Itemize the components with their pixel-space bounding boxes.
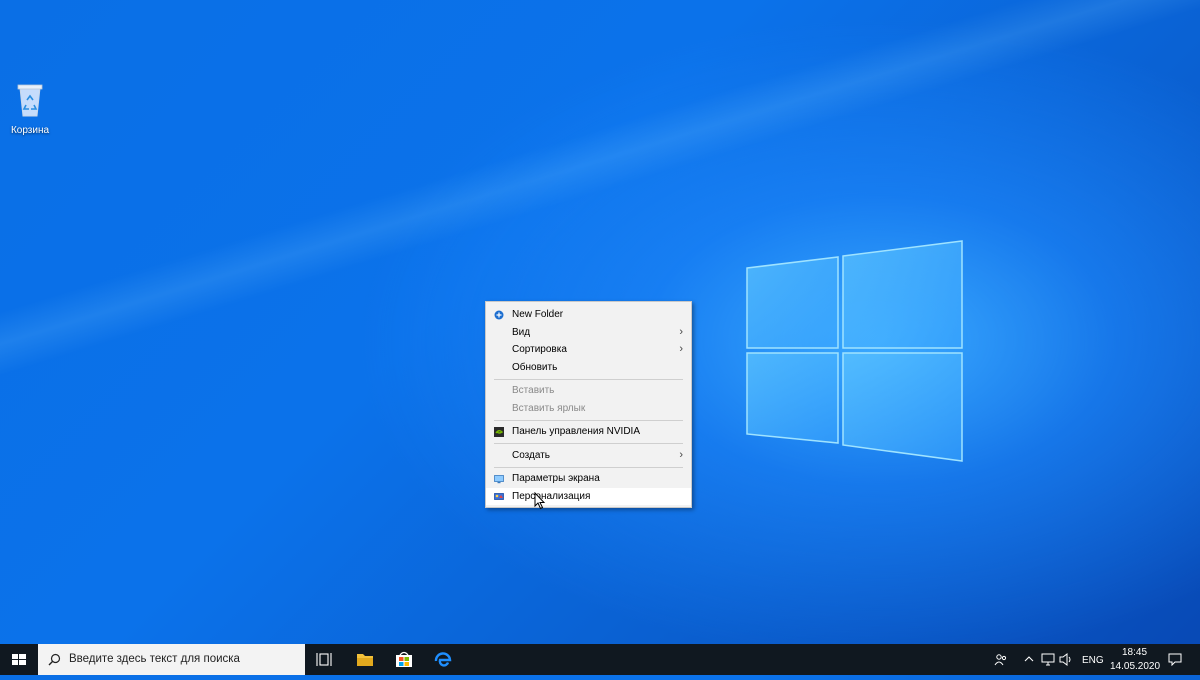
chevron-right-icon: › — [679, 343, 683, 355]
menu-item-display-settings[interactable]: Параметры экрана — [486, 470, 691, 488]
microsoft-store-button[interactable] — [385, 644, 423, 675]
menu-item-new-folder[interactable]: New Folder — [486, 306, 691, 324]
menu-item-label: Персонализация — [512, 490, 591, 502]
edge-icon — [434, 652, 452, 667]
taskbar-search-box[interactable]: Введите здесь текст для поиска — [38, 644, 305, 675]
chevron-up-icon[interactable] — [1024, 655, 1034, 663]
menu-item-paste: Вставить — [486, 382, 691, 400]
menu-item-paste-shortcut: Вставить ярлык — [486, 400, 691, 418]
new-folder-icon — [494, 310, 504, 320]
nvidia-icon — [494, 427, 504, 437]
windows-logo-wallpaper — [746, 240, 963, 462]
clock-date[interactable]: 14.05.2020 — [1110, 661, 1160, 672]
file-explorer-button[interactable] — [346, 644, 384, 675]
search-icon — [48, 653, 61, 666]
edge-browser-button[interactable] — [424, 644, 462, 675]
menu-separator — [494, 378, 683, 380]
volume-icon[interactable] — [1059, 653, 1073, 666]
display-settings-icon — [494, 475, 504, 484]
recycle-bin-icon — [17, 84, 43, 117]
personalization-icon — [494, 492, 504, 500]
menu-item-view[interactable]: Вид › — [486, 324, 691, 342]
menu-item-label: Создать — [512, 449, 551, 461]
menu-item-label: Панель управления NVIDIA — [512, 426, 640, 437]
menu-item-personalization[interactable]: Персонализация — [486, 487, 691, 505]
menu-item-label: Сортировка — [512, 344, 567, 355]
language-indicator[interactable]: ENG — [1082, 655, 1104, 666]
mouse-pointer-icon — [534, 492, 546, 510]
network-icon[interactable] — [1041, 653, 1055, 666]
menu-item-label: New Folder — [512, 309, 564, 320]
chevron-right-icon: › — [679, 448, 683, 461]
recycle-bin-shortcut[interactable]: Корзина — [6, 80, 54, 136]
menu-item-label: Вид — [512, 326, 531, 338]
notifications-icon[interactable] — [1168, 653, 1182, 666]
desktop-context-menu: New Folder Вид › Сортировка › Обновить В… — [485, 301, 692, 508]
menu-item-label: Параметры экрана — [512, 473, 600, 484]
menu-item-nvidia-control-panel[interactable]: Панель управления NVIDIA — [486, 423, 691, 441]
task-view-icon — [316, 653, 332, 666]
task-view-button[interactable] — [306, 644, 344, 675]
menu-separator — [494, 466, 683, 468]
menu-item-refresh[interactable]: Обновить — [486, 359, 691, 377]
file-explorer-icon — [357, 654, 373, 666]
taskbar: Введите здесь текст для поиска ENG 18:45… — [0, 644, 1200, 675]
clock-time[interactable]: 18:45 — [1122, 647, 1147, 658]
store-icon — [396, 651, 412, 667]
menu-item-sort[interactable]: Сортировка › — [486, 341, 691, 359]
menu-item-label: Обновить — [512, 361, 558, 373]
start-button[interactable] — [0, 644, 38, 675]
people-icon[interactable] — [994, 653, 1008, 667]
recycle-bin-label: Корзина — [10, 125, 50, 136]
menu-separator — [494, 419, 683, 421]
menu-item-new[interactable]: Создать › — [486, 447, 691, 465]
menu-separator — [494, 443, 683, 444]
windows-start-icon — [12, 654, 26, 665]
menu-item-label: Вставить ярлык — [512, 402, 586, 414]
chevron-right-icon: › — [679, 325, 683, 338]
menu-item-label: Вставить — [512, 385, 555, 396]
search-placeholder: Введите здесь текст для поиска — [69, 653, 240, 665]
